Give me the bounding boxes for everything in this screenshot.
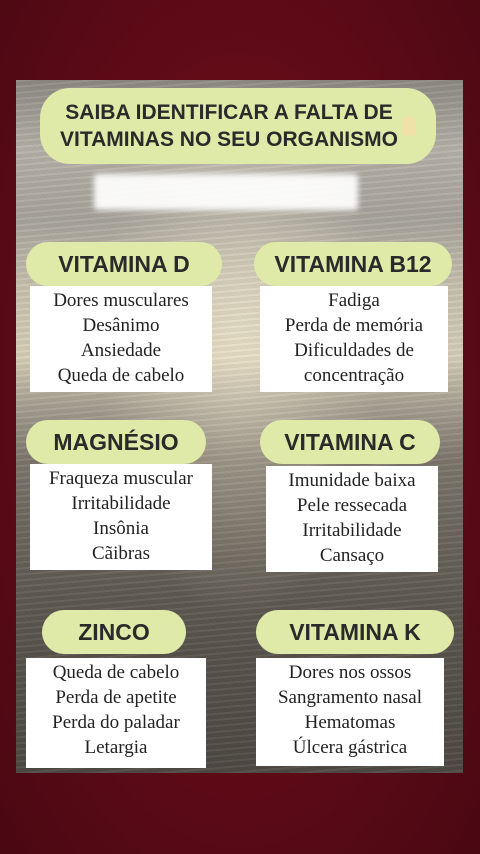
- list-item: Insônia: [93, 518, 149, 539]
- list-item: Fraqueza muscular: [48, 468, 194, 489]
- page-title: SAIBA IDENTIFICAR A FALTA DE VITAMINAS N…: [60, 100, 398, 151]
- heading-vitamina-b12: VITAMINA B12: [254, 242, 452, 286]
- list-item: Dores musculares: [53, 290, 189, 311]
- heading-zinco: ZINCO: [42, 610, 186, 654]
- info-card: SAIBA IDENTIFICAR A FALTA DE VITAMINAS N…: [16, 80, 463, 773]
- list-item: Queda de cabelo: [52, 662, 180, 683]
- hand-icon: [401, 116, 416, 136]
- list-item: Letargia: [84, 737, 148, 758]
- list-item: Queda de cabelo: [57, 365, 185, 386]
- list-item: Perda de memória: [284, 315, 424, 336]
- list-item: Pele ressecada: [296, 495, 408, 516]
- list-item: Cansaço: [319, 545, 385, 566]
- heading-vitamina-c: VITAMINA C: [260, 420, 440, 464]
- list-item: Imunidade baixa: [288, 470, 416, 491]
- list-item: Ansiedade: [80, 340, 162, 361]
- title-pill: SAIBA IDENTIFICAR A FALTA DE VITAMINAS N…: [40, 88, 436, 164]
- list-item: Cãibras: [91, 543, 151, 564]
- heading-magnesio: MAGNÉSIO: [26, 420, 206, 464]
- list-item: Dificuldades de: [294, 340, 414, 361]
- heading-vitamina-k: VITAMINA K: [256, 610, 454, 654]
- list-vitamina-d: Dores musculares Desânimo Ansiedade Qued…: [30, 286, 212, 392]
- blurred-caption: [94, 174, 358, 210]
- list-vitamina-c: Imunidade baixa Pele ressecada Irritabil…: [266, 466, 438, 572]
- list-magnesio: Fraqueza muscular Irritabilidade Insônia…: [30, 464, 212, 570]
- list-item: Fadiga: [328, 290, 380, 311]
- list-vitamina-k: Dores nos ossos Sangramento nasal Hemato…: [256, 658, 444, 766]
- list-item: Irritabilidade: [302, 520, 402, 541]
- list-item: Hematomas: [304, 712, 396, 733]
- list-vitamina-b12: Fadiga Perda de memória Dificuldades de …: [260, 286, 448, 392]
- list-item: Sangramento nasal: [277, 687, 423, 708]
- list-item: Desânimo: [82, 315, 160, 336]
- list-zinco: Queda de cabelo Perda de apetite Perda d…: [26, 658, 206, 768]
- list-item: Perda do paladar: [52, 712, 180, 733]
- list-item: concentração: [303, 365, 405, 386]
- list-item: Irritabilidade: [71, 493, 171, 514]
- list-item: Úlcera gástrica: [292, 737, 408, 758]
- list-item: Perda de apetite: [55, 687, 177, 708]
- heading-vitamina-d: VITAMINA D: [26, 242, 222, 286]
- list-item: Dores nos ossos: [288, 662, 412, 683]
